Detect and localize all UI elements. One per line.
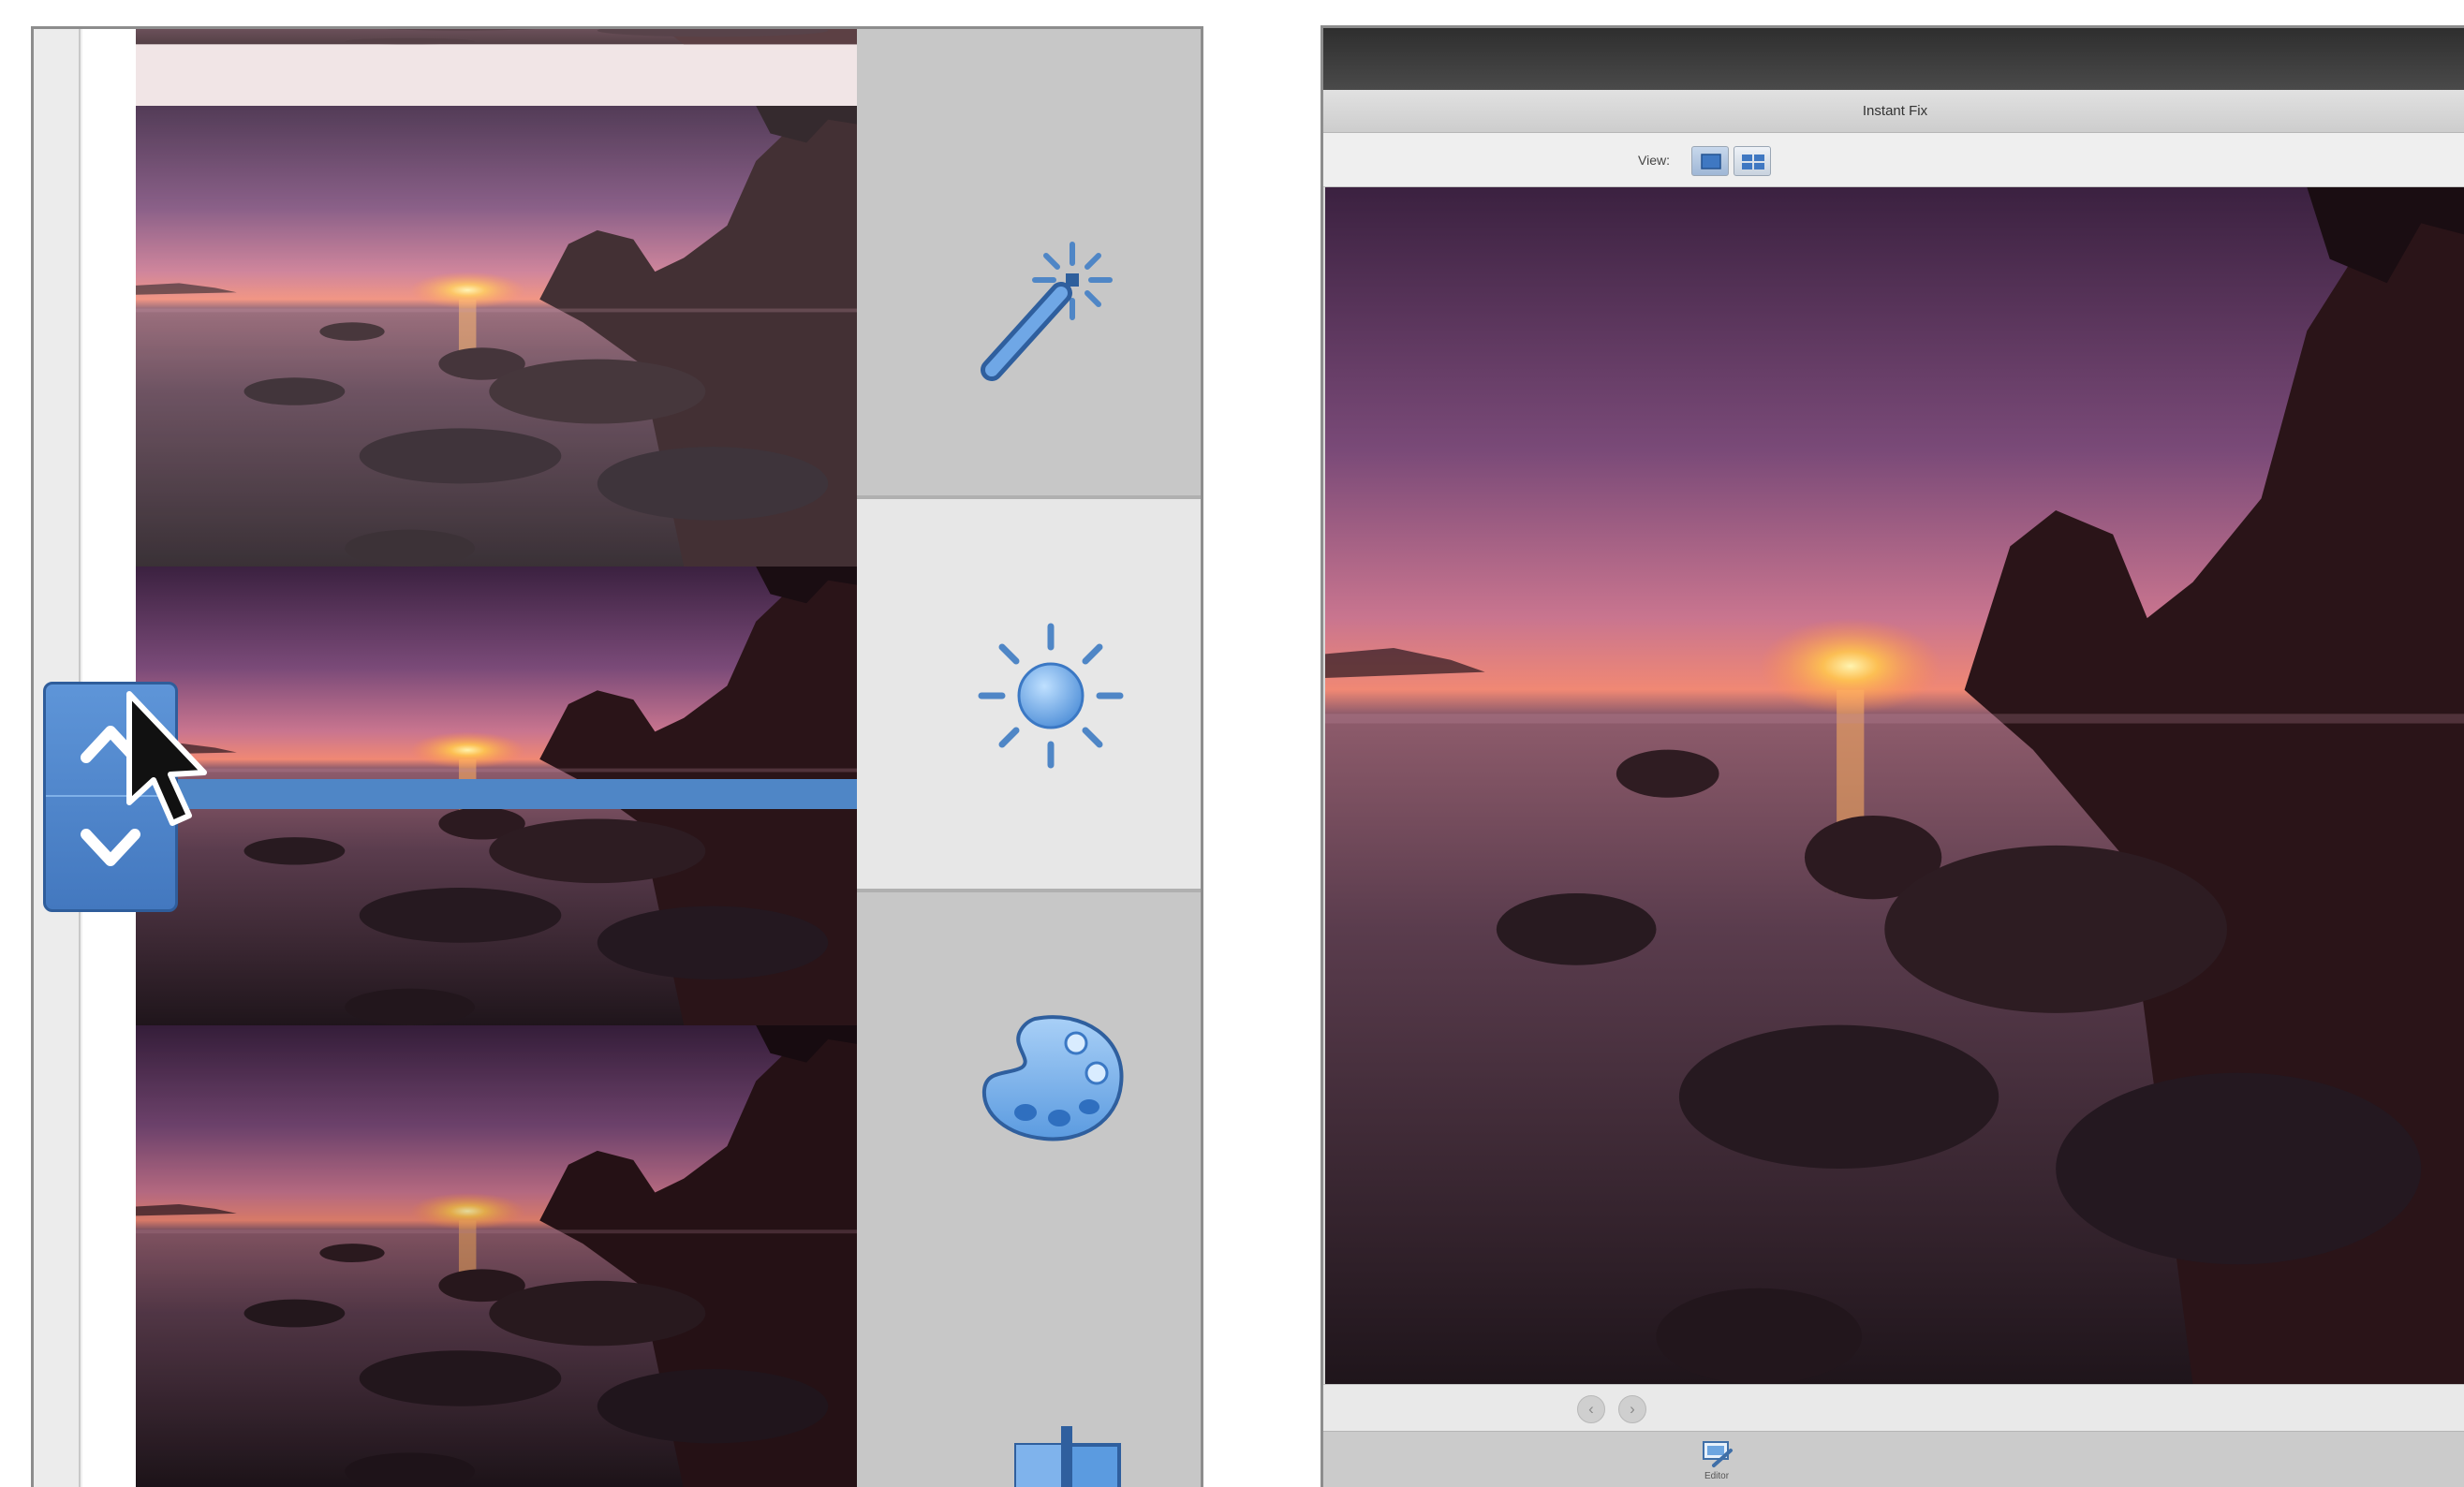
thumbnail-variation-3[interactable] [136, 1025, 857, 1487]
selection-drag-line[interactable] [136, 779, 857, 809]
color-palette-icon [981, 1015, 1124, 1141]
thumbnail-variation-1[interactable] [136, 106, 857, 567]
split-view-icon [1742, 155, 1764, 169]
mouse-cursor-icon [126, 691, 207, 826]
tool-lighting[interactable] [857, 499, 1201, 892]
tool-quick-fix[interactable] [857, 29, 1201, 499]
thumbnail-partial-top[interactable] [136, 29, 857, 106]
panel-title-bar: Instant Fix [1323, 90, 2464, 133]
next-button[interactable]: › [1618, 1395, 1646, 1423]
previous-button[interactable]: ‹ [1577, 1395, 1605, 1423]
editor-icon[interactable] [1701, 1439, 1734, 1469]
sun-icon [978, 623, 1124, 769]
tool-color[interactable] [857, 892, 1201, 1286]
instant-fix-panel: Instant Fix View: ‹ › Editor [1321, 25, 2464, 1487]
bottom-bar: Editor [1323, 1431, 2464, 1487]
tool-balance[interactable] [857, 1286, 1201, 1487]
magic-wand-icon [981, 242, 1113, 381]
photo-preview[interactable] [1325, 187, 2464, 1384]
balance-icon [1014, 1426, 1121, 1487]
view-toolbar: View: [1323, 133, 2464, 187]
left-panel [31, 26, 1203, 1487]
split-view-button[interactable] [1734, 146, 1771, 176]
editor-label: Editor [1704, 1471, 1730, 1481]
view-label: View: [1638, 153, 1670, 168]
preview-navigation: ‹ › [1323, 1384, 2464, 1431]
app-top-bar [1323, 28, 2464, 90]
single-view-icon [1701, 154, 1721, 169]
tool-column [857, 29, 1201, 1487]
single-view-button[interactable] [1691, 146, 1729, 176]
panel-title: Instant Fix [1862, 103, 1928, 119]
